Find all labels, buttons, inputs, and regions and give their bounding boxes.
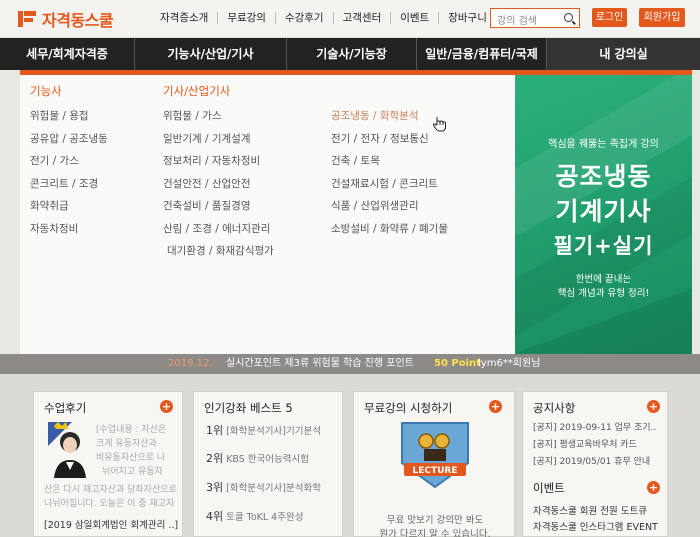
topnav-item-reviews[interactable]: 수강후기	[274, 12, 333, 24]
main-nav: 세무/회계자격증 기능사/산업/기사 기술사/기능장 일반/금융/컴퓨터/국제 …	[0, 38, 700, 70]
menu-item[interactable]: 일반기계 / 기계설계	[163, 131, 251, 146]
menu-item[interactable]: 건축 / 토목	[331, 153, 380, 168]
banner-caption-line2: 핵심 개념과 유형 정리!	[557, 288, 650, 299]
best-lectures-card: 인기강좌 베스트 5 1위 [화학분석기사]기기분석 2위 KBS 한국어능력시험 …	[193, 391, 343, 537]
menu-item[interactable]: 자동차정비	[30, 221, 78, 236]
banner-subtitle: 핵심을 꿰뚫는 족집게 강의	[548, 139, 659, 150]
review-text-line: 크게 유동자산과	[96, 439, 157, 449]
top-bar: 자격동스쿨 자격증소개 무료강의 수강후기 고객센터 이벤트 장바구니 강의 검…	[0, 0, 700, 38]
topnav-item-event[interactable]: 이벤트	[390, 12, 438, 24]
menu-item[interactable]: 대기환경 / 화재감식평가	[167, 243, 274, 258]
topnav-item-about[interactable]: 자격증소개	[160, 12, 217, 24]
menu-item-hovered[interactable]: 공조냉동 / 화학분석	[331, 108, 419, 123]
event-item[interactable]: 자격동스쿨 회원 전원 도트큐	[533, 503, 647, 517]
review-text-line: 나뉘어집니다. 오늘은 이 중 재고자	[44, 499, 175, 509]
ticker-prefix: 2019.12.	[168, 358, 213, 369]
search-icon[interactable]	[564, 13, 573, 22]
review-text-line: 산은 다시 재고자산과 당좌자산으로	[44, 485, 177, 495]
badge-text: LECTURE	[412, 466, 457, 476]
notice-item[interactable]: [공지] 평생교육바우처 카드	[533, 437, 637, 450]
top-nav: 자격증소개 무료강의 수강후기 고객센터 이벤트 장바구니	[160, 12, 496, 24]
review-link[interactable]: [2019 삼일회계법인 회계관리 ..]	[44, 517, 178, 531]
mainnav-tax-accounting[interactable]: 세무/회계자격증	[0, 38, 135, 70]
banner-title-line3: 필기+실기	[553, 234, 654, 258]
menu-item[interactable]: 건설재료시험 / 콘크리트	[331, 176, 438, 191]
hand-cursor-icon	[433, 117, 446, 132]
promo-banner[interactable]: 핵심을 꿰뚫는 족집게 강의 공조냉동 기계기사 필기+실기 한번에 끝내는 핵…	[515, 75, 692, 355]
join-button[interactable]: 회원가입	[639, 8, 685, 27]
topnav-item-cart[interactable]: 장바구니	[438, 12, 496, 24]
reviewer-avatar	[48, 422, 86, 478]
menu-col-title-engineer[interactable]: 기사/산업기사	[163, 83, 230, 99]
menu-item[interactable]: 건설안전 / 산업안전	[163, 176, 251, 191]
review-card-title[interactable]: 수업후기	[44, 400, 86, 416]
menu-item[interactable]: 콘크리트 / 조경	[30, 176, 98, 191]
live-point-ticker: 2019.12. 실시간포인트 제3류 위험물 학습 진행 포인트 50 Poi…	[0, 354, 700, 374]
menu-item[interactable]: 정보처리 / 자동차정비	[163, 153, 260, 168]
free-more-plus-icon[interactable]: +	[489, 400, 502, 413]
banner-title-line1: 공조냉동	[555, 162, 652, 191]
ticker-user: lym6**회원님	[478, 358, 541, 369]
menu-item[interactable]: 공유압 / 공조냉동	[30, 131, 108, 146]
menu-item[interactable]: 산림 / 조경 / 에너지관리	[163, 221, 270, 236]
menu-item[interactable]: 소방설비 / 화약류 / 폐기물	[331, 221, 448, 236]
free-card-title[interactable]: 무료강의 시청하기	[364, 400, 452, 416]
mainnav-my-classroom[interactable]: 내 강의실	[547, 38, 700, 70]
notice-item[interactable]: [공지] 2019-09-11 업무 조기..	[533, 420, 656, 433]
best-item[interactable]: 2위 KBS 한국어능력시험	[206, 450, 309, 466]
menu-item[interactable]: 화약취급	[30, 198, 69, 213]
event-item[interactable]: 자격동스쿨 인스타그램 EVENT	[533, 519, 658, 533]
review-card: 수업후기 + [수업내용 : 자산은 크게 유동자산과 비유동자산으로 나 뉘어…	[33, 391, 183, 537]
logo-icon	[18, 9, 38, 29]
event-title[interactable]: 이벤트	[533, 480, 565, 496]
review-text-line: 비유동자산으로 나	[96, 453, 166, 463]
free-text-line: 뭔가 다르지 알 수 있습니다.	[379, 529, 491, 537]
menu-item[interactable]: 전기 / 전자 / 정보통신	[331, 131, 429, 146]
mainnav-general-finance[interactable]: 일반/금융/컴퓨터/국제	[417, 38, 547, 70]
banner-title-line2: 기계기사	[555, 197, 652, 226]
menu-item[interactable]: 건축설비 / 품질경영	[163, 198, 251, 213]
ticker-text: 실시간포인트 제3류 위험물 학습 진행 포인트	[226, 358, 414, 369]
review-text-line: 뉘어지고 유동자	[102, 467, 163, 477]
topnav-item-support[interactable]: 고객센터	[332, 12, 391, 24]
best-item[interactable]: 1위 [화학분석기사]기기분석	[206, 422, 321, 438]
best-item[interactable]: 3위 [화학분석기사]분석화학	[206, 479, 321, 495]
event-more-plus-icon[interactable]: +	[647, 481, 660, 494]
topnav-item-free-lecture[interactable]: 무료강의	[217, 12, 275, 24]
best-card-title[interactable]: 인기강좌 베스트 5	[204, 400, 293, 416]
free-lecture-card: 무료강의 시청하기 + LECTURE 무료 맛보기 강의만 봐도 뭔가 다르지…	[353, 391, 515, 537]
search-placeholder: 강의 검색	[497, 16, 537, 27]
login-button[interactable]: 로그인	[592, 8, 627, 27]
ticker-points: 50 Point	[434, 358, 481, 369]
search-input[interactable]: 강의 검색	[490, 8, 580, 28]
banner-caption-line1: 한번에 끝내는	[575, 274, 632, 285]
mainnav-engineer[interactable]: 기술사/기능장	[287, 38, 417, 70]
notice-card: 공지사항 + [공지] 2019-09-11 업무 조기.. [공지] 평생교육…	[522, 391, 668, 537]
menu-item[interactable]: 위험물 / 가스	[163, 108, 222, 123]
mainnav-technician[interactable]: 기능사/산업/기사	[135, 38, 287, 70]
notice-more-plus-icon[interactable]: +	[647, 400, 660, 413]
logo[interactable]: 자격동스쿨	[18, 7, 114, 31]
best-item[interactable]: 4위 토클 ToKL 4주완성	[206, 508, 303, 524]
notice-card-title[interactable]: 공지사항	[533, 400, 575, 416]
menu-item[interactable]: 위험물 / 용접	[30, 108, 89, 123]
free-text-line: 무료 맛보기 강의만 봐도	[386, 515, 484, 526]
review-text-line: [수업내용 : 자산은	[96, 425, 167, 435]
menu-item[interactable]: 식품 / 산업위생관리	[331, 198, 419, 213]
review-more-plus-icon[interactable]: +	[160, 400, 173, 413]
notice-item[interactable]: [공지] 2019/05/01 휴무 안내	[533, 454, 650, 467]
lecture-badge-icon[interactable]: LECTURE	[396, 419, 474, 491]
logo-text: 자격동스쿨	[42, 11, 114, 30]
menu-item[interactable]: 전기 / 가스	[30, 153, 79, 168]
menu-col-title-technician[interactable]: 기능사	[30, 83, 62, 99]
